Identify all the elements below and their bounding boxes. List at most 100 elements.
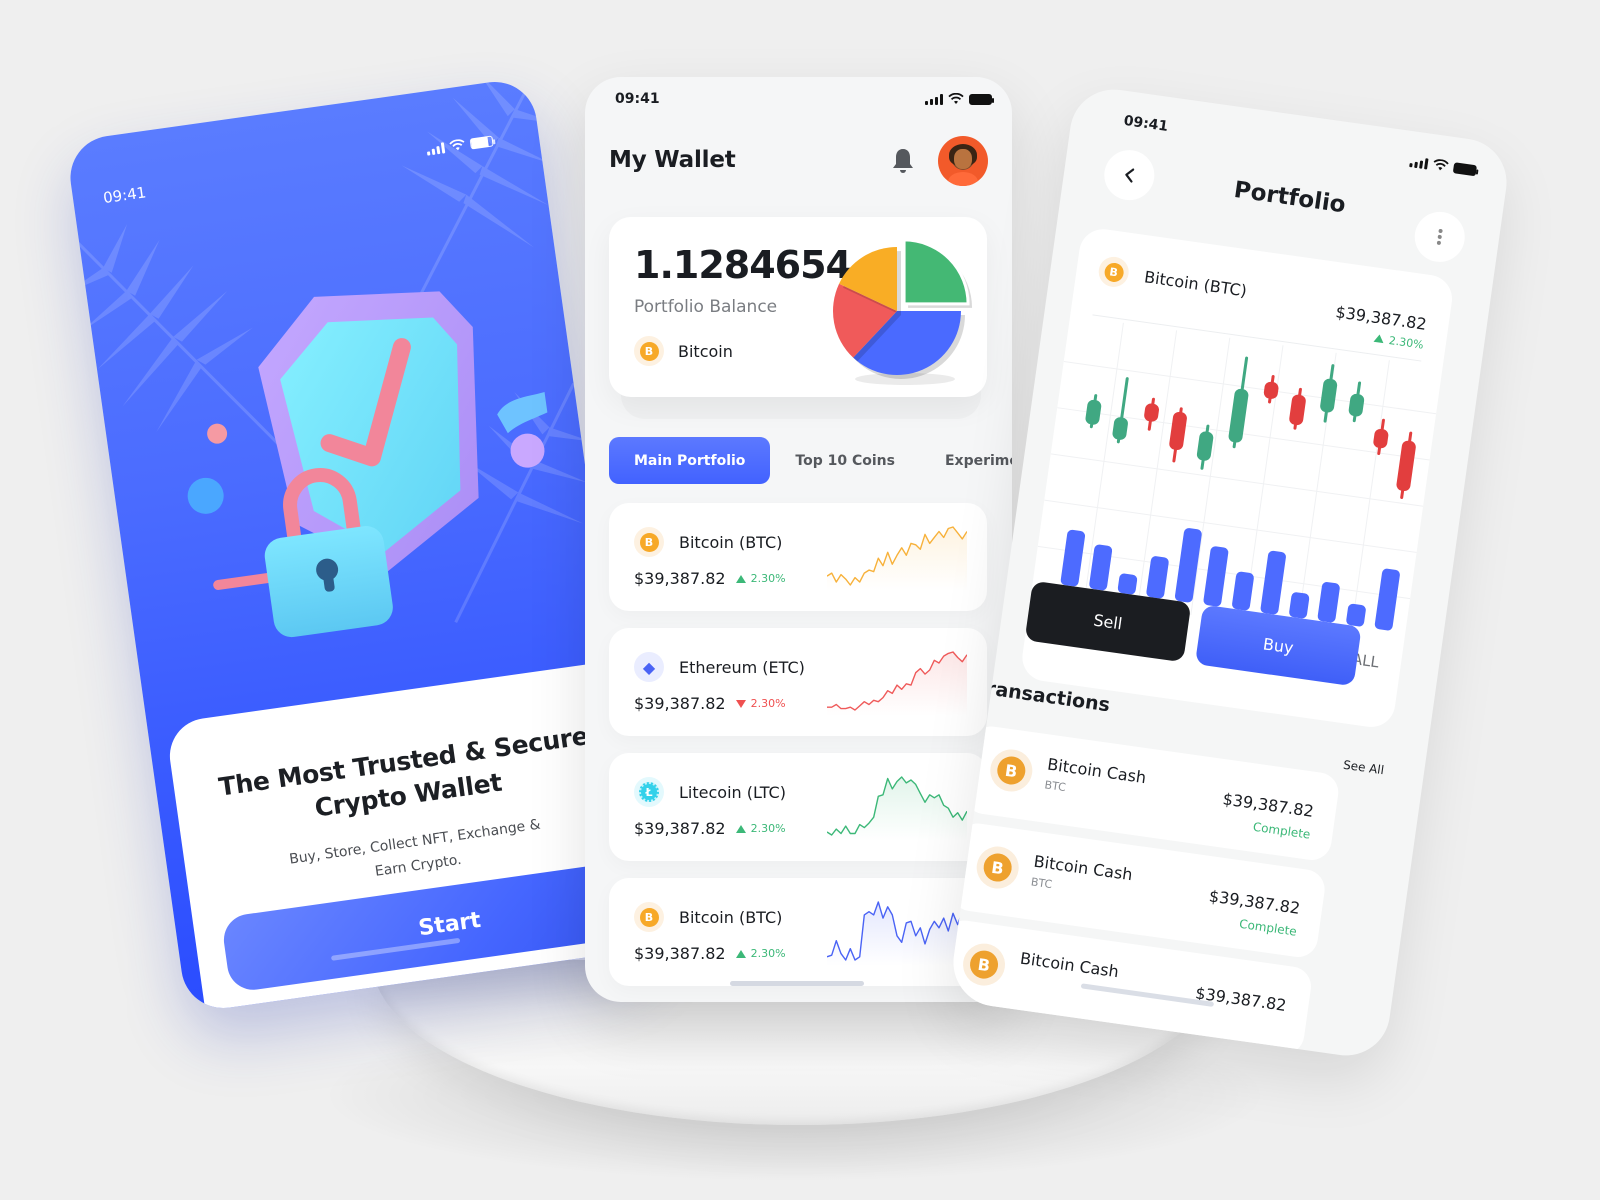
bitcoin-cash-icon: B	[973, 843, 1022, 892]
grid-line	[1050, 453, 1424, 507]
transaction-symbol: BTC	[1030, 875, 1054, 892]
transaction-status: Complete	[1238, 916, 1298, 939]
candle-body	[1144, 403, 1159, 422]
coin-card-ethereum[interactable]: ◆ Ethereum (ETC) $39,387.82 2.30%	[609, 628, 987, 736]
avatar[interactable]	[938, 136, 988, 186]
portfolio-balance-card[interactable]: 1.1284654 Portfolio Balance B Bitcoin	[609, 217, 987, 397]
candle-body	[1112, 417, 1128, 440]
chart-coin: B Bitcoin (BTC)	[1096, 254, 1249, 306]
tab-main-portfolio[interactable]: Main Portfolio	[609, 437, 771, 484]
status-bar: 09:41	[585, 77, 1012, 117]
coin-name: Bitcoin (BTC)	[679, 532, 783, 552]
grid-line	[1044, 499, 1417, 553]
transaction-symbol: BTC	[1043, 778, 1067, 795]
onboarding-screen: 09:41 The Most Trusted & Secure Crypto W…	[65, 76, 653, 1014]
candle-body	[1085, 399, 1102, 425]
volume-bar	[1203, 546, 1229, 607]
candle-body	[1289, 394, 1306, 426]
volume-bar	[1346, 603, 1366, 627]
coin-price: $39,387.82	[634, 819, 726, 838]
sparkline-chart	[827, 776, 967, 841]
balance-coin: B Bitcoin	[634, 336, 733, 366]
grid-line	[1063, 360, 1437, 415]
more-vertical-icon	[1436, 228, 1443, 245]
sparkline-chart	[827, 901, 967, 966]
price-change: 2.30%	[735, 822, 786, 835]
sparkline-chart	[827, 651, 967, 716]
coin-price: $39,387.82	[634, 694, 726, 713]
price-change: 2.30%	[735, 947, 786, 960]
bitcoin-icon: B	[1096, 254, 1131, 289]
bitcoin-icon: B	[634, 902, 664, 932]
candle-body	[1320, 378, 1338, 413]
arrow-up-icon	[735, 949, 746, 958]
candle-body	[1348, 393, 1365, 417]
portfolio-pie-chart	[833, 238, 973, 385]
coin-name: Litecoin (LTC)	[679, 782, 786, 802]
transaction-amount: $39,387.82	[1194, 983, 1288, 1015]
showcase-scene: 09:41 The Most Trusted & Secure Crypto W…	[0, 0, 1600, 1200]
litecoin-icon: Ł	[634, 777, 664, 807]
bell-icon[interactable]	[891, 147, 915, 175]
status-time: 09:41	[1122, 112, 1170, 135]
price-change: 2.30%	[735, 697, 786, 710]
decor-dot	[207, 423, 228, 444]
bitcoin-cash-icon: B	[960, 940, 1008, 989]
coin-list: B Bitcoin (BTC) $39,387.82 2.30% ◆ Ethereum…	[609, 503, 987, 1002]
coin-card-litecoin[interactable]: Ł Litecoin (LTC) $39,387.82 2.30%	[609, 753, 987, 861]
volume-bar	[1089, 544, 1113, 591]
ethereum-icon: ◆	[634, 652, 664, 682]
candle-body	[1169, 411, 1187, 451]
tab-top-10-coins[interactable]: Top 10 Coins	[770, 437, 920, 484]
volume-bar	[1317, 582, 1340, 623]
candle-body	[1196, 431, 1214, 461]
transaction-name: Bitcoin Cash	[1018, 948, 1121, 982]
coin-name: Bitcoin (BTC)	[1143, 266, 1249, 301]
signal-icon	[1409, 156, 1429, 170]
portfolio-tabs: Main Portfolio Top 10 Coins Experimental	[609, 437, 1012, 484]
volume-bar	[1374, 568, 1400, 631]
coin-card-bitcoin[interactable]: B Bitcoin (BTC) $39,387.82 2.30%	[609, 503, 987, 611]
status-icons	[925, 93, 994, 105]
arrow-up-icon	[735, 574, 746, 583]
status-time: 09:41	[101, 183, 148, 208]
coin-price: $39,387.82	[634, 944, 726, 963]
arrow-up-icon	[1373, 333, 1385, 344]
portfolio-screen: 09:41 Portfolio B Bitcoin (BTC) $39,387.…	[947, 83, 1513, 1062]
status-time: 09:41	[615, 91, 660, 107]
coin-card-bitcoin[interactable]: B Bitcoin (BTC) $39,387.82 2.30%	[609, 878, 987, 986]
bitcoin-icon: B	[634, 336, 664, 366]
battery-icon	[1452, 161, 1478, 176]
balance-coin-name: Bitcoin	[678, 341, 733, 361]
balance-label: Portfolio Balance	[634, 297, 778, 317]
volume-bar	[1117, 573, 1138, 595]
coin-price: $39,387.82	[634, 569, 726, 588]
page-title: My Wallet	[609, 147, 736, 173]
volume-bar	[1260, 550, 1286, 615]
arrow-up-icon	[735, 824, 746, 833]
sparkline-chart	[827, 526, 967, 591]
tab-experimental[interactable]: Experimental	[920, 437, 1012, 484]
volume-bar	[1232, 571, 1254, 611]
shield-lock-illustration	[187, 291, 562, 638]
volume-bar	[1289, 592, 1310, 619]
wifi-icon	[1433, 159, 1449, 171]
volume-bar	[1060, 529, 1086, 587]
battery-icon	[969, 93, 994, 105]
balance-value: 1.1284654	[634, 243, 852, 287]
coin-name: Bitcoin (BTC)	[679, 907, 783, 927]
price-change: 2.30%	[735, 572, 786, 585]
chart-price: $39,387.82 2.30%	[1332, 302, 1428, 352]
arrow-down-icon	[735, 699, 746, 708]
candle-body	[1373, 428, 1389, 449]
pie-slice-green	[902, 238, 970, 306]
wifi-icon	[449, 139, 465, 151]
coin-name: Ethereum (ETC)	[679, 657, 805, 677]
status-icons	[1409, 155, 1478, 176]
signal-icon	[925, 93, 943, 105]
coin-price: $39,387.82	[1334, 302, 1428, 334]
see-all-link[interactable]: See All	[1342, 758, 1385, 778]
sparkline-area	[827, 777, 967, 841]
sparkline-area	[827, 652, 967, 716]
transaction-status: Complete	[1252, 819, 1312, 842]
